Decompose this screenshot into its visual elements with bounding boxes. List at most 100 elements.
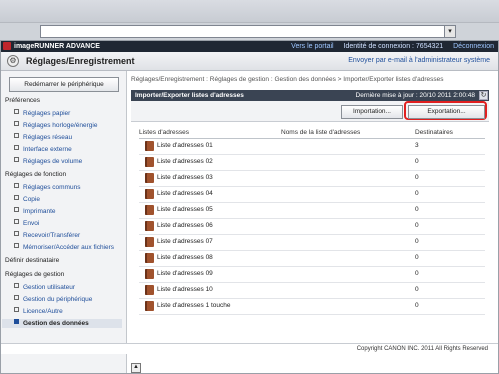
- address-book-icon: [145, 269, 154, 279]
- sidebar-item[interactable]: Interface externe: [14, 145, 72, 154]
- table-header: Listes d'adresses Noms de la liste d'adr…: [139, 128, 485, 139]
- logout-link[interactable]: Déconnexion: [453, 43, 494, 50]
- bullet-icon: [14, 243, 19, 248]
- bullet-icon: [14, 195, 19, 200]
- table-row: Liste d'adresses 04 0: [139, 187, 485, 203]
- sidebar-section-heading: Préférences: [5, 97, 41, 104]
- sidebar-item[interactable]: Imprimante: [14, 207, 56, 216]
- product-name: imageRUNNER ADVANCE: [14, 43, 100, 50]
- email-admin-link[interactable]: Envoyer par e-mail à l'administrateur sy…: [348, 56, 490, 66]
- sidebar-section-heading: Réglages de gestion: [5, 271, 65, 278]
- portal-link[interactable]: Vers le portail: [291, 43, 333, 50]
- table-row: Liste d'adresses 03 0: [139, 171, 485, 187]
- bullet-icon: [14, 295, 19, 300]
- address-book-icon: [145, 285, 154, 295]
- sidebar-section-heading: Réglages de fonction: [5, 171, 67, 178]
- recipient-count: 0: [415, 158, 419, 165]
- sidebar-item[interactable]: Réglages réseau: [14, 133, 72, 142]
- sidebar-item-label: Réglages horloge/énergie: [23, 122, 98, 129]
- address-book-icon: [145, 157, 154, 167]
- sidebar-item[interactable]: Gestion utilisateur: [14, 283, 75, 292]
- table-row: Liste d'adresses 01 3: [139, 139, 485, 155]
- bullet-icon: [14, 219, 19, 224]
- col-address-lists: Listes d'adresses: [139, 129, 190, 136]
- bullet-icon: [14, 231, 19, 236]
- bullet-icon: [14, 319, 19, 324]
- panel-title: Importer/Exporter listes d'adresses: [135, 92, 244, 99]
- col-recipients: Destinataires: [415, 129, 453, 136]
- sidebar-item-label: Gestion utilisateur: [23, 284, 76, 291]
- table-row: Liste d'adresses 09 0: [139, 267, 485, 283]
- sidebar-item[interactable]: Réglages papier: [14, 109, 70, 118]
- sidebar-item-label: Imprimante: [23, 208, 56, 215]
- sidebar-item[interactable]: Réglages horloge/énergie: [14, 121, 97, 130]
- canon-logo-icon: [3, 42, 11, 50]
- address-book-icon: [145, 253, 154, 263]
- recipient-count: 0: [415, 206, 419, 213]
- sidebar-item-label: Interface externe: [23, 146, 72, 153]
- reboot-device-button[interactable]: Redémarrer le périphérique: [9, 77, 119, 92]
- sidebar-item[interactable]: Copie: [14, 195, 40, 204]
- footer: Copyright CANON INC. 2011 All Rights Res…: [1, 343, 498, 354]
- main-content: Réglages/Enregistrement : Réglages de ge…: [127, 71, 498, 373]
- header-links: Vers le portail Identité de connexion : …: [283, 42, 494, 51]
- sidebar-item-label: Gestion du périphérique: [23, 296, 93, 303]
- sidebar-item[interactable]: Envoi: [14, 219, 39, 228]
- address-book-icon: [145, 173, 154, 183]
- address-bar[interactable]: ▾: [40, 25, 456, 38]
- address-list-table: Listes d'adresses Noms de la liste d'adr…: [139, 128, 485, 315]
- address-list-link[interactable]: Liste d'adresses 09: [157, 270, 213, 278]
- address-list-link[interactable]: Liste d'adresses 04: [157, 190, 213, 198]
- sidebar-item[interactable]: Mémoriser/Accéder aux fichiers: [14, 243, 114, 252]
- sidebar-item[interactable]: Licence/Autre: [14, 307, 63, 316]
- scroll-top-icon[interactable]: ▲: [131, 363, 141, 373]
- address-list-link[interactable]: Liste d'adresses 08: [157, 254, 213, 262]
- sidebar: Redémarrer le périphérique Préférences Ré…: [1, 71, 127, 373]
- page-titlebar: ⚙ Réglages/Enregistrement Envoyer par e-…: [1, 52, 498, 71]
- address-book-icon: [145, 301, 154, 311]
- login-id: Identité de connexion : 7654321: [343, 43, 444, 50]
- refresh-icon[interactable]: ↻: [479, 91, 488, 100]
- browser-chrome: [0, 0, 499, 23]
- table-row: Liste d'adresses 10 0: [139, 283, 485, 299]
- recipient-count: 0: [415, 302, 419, 309]
- bullet-icon: [14, 307, 19, 312]
- sidebar-item[interactable]: Gestion des données: [2, 319, 122, 328]
- bullet-icon: [14, 145, 19, 150]
- address-list-link[interactable]: Liste d'adresses 07: [157, 238, 213, 246]
- address-list-link[interactable]: Liste d'adresses 06: [157, 222, 213, 230]
- table-row: Liste d'adresses 06 0: [139, 219, 485, 235]
- sidebar-item-label: Réglages papier: [23, 110, 71, 117]
- sidebar-item[interactable]: Réglages de volume: [14, 157, 82, 166]
- table-row: Liste d'adresses 02 0: [139, 155, 485, 171]
- sidebar-item-label: Réglages réseau: [23, 134, 73, 141]
- address-dropdown-icon[interactable]: ▾: [444, 26, 455, 37]
- sidebar-item[interactable]: Gestion du périphérique: [14, 295, 92, 304]
- settings-gear-icon: ⚙: [7, 55, 19, 67]
- export-button[interactable]: Exportation...: [408, 105, 485, 119]
- last-update: Dernière mise à jour : 20/10 2011 2:00:4…: [355, 92, 475, 99]
- address-book-icon: [145, 237, 154, 247]
- address-list-link[interactable]: Liste d'adresses 01: [157, 142, 213, 150]
- recipient-count: 0: [415, 286, 419, 293]
- address-list-link[interactable]: Liste d'adresses 03: [157, 174, 213, 182]
- address-list-link[interactable]: Liste d'adresses 10: [157, 286, 213, 294]
- bullet-icon: [14, 183, 19, 188]
- sidebar-item-label: Licence/Autre: [23, 308, 63, 315]
- address-book-icon: [145, 205, 154, 215]
- bullet-icon: [14, 157, 19, 162]
- address-list-link[interactable]: Liste d'adresses 02: [157, 158, 213, 166]
- sidebar-item-label: Mémoriser/Accéder aux fichiers: [23, 244, 115, 251]
- sidebar-item-label: Envoi: [23, 220, 40, 227]
- recipient-count: 0: [415, 254, 419, 261]
- bullet-icon: [14, 121, 19, 126]
- recipient-count: 0: [415, 238, 419, 245]
- sidebar-item[interactable]: Recevoir/Transférer: [14, 231, 80, 240]
- sidebar-item[interactable]: Réglages communs: [14, 183, 80, 192]
- table-row: Liste d'adresses 07 0: [139, 235, 485, 251]
- address-list-link[interactable]: Liste d'adresses 1 touche: [157, 302, 231, 310]
- import-button[interactable]: Importation...: [341, 105, 403, 119]
- sidebar-section-heading[interactable]: Définir destinataire: [5, 257, 59, 265]
- address-list-link[interactable]: Liste d'adresses 05: [157, 206, 213, 214]
- bullet-icon: [14, 133, 19, 138]
